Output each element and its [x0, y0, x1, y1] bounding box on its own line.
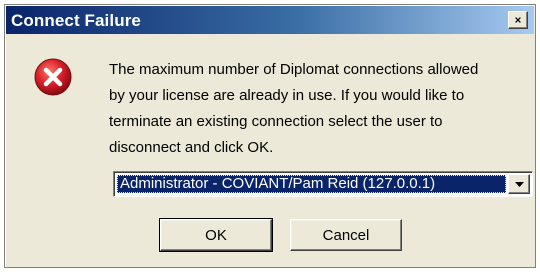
chevron-down-icon — [514, 181, 524, 187]
cancel-button[interactable]: Cancel — [290, 219, 402, 251]
title-bar[interactable]: Connect Failure — [6, 6, 534, 34]
close-button[interactable] — [508, 11, 528, 29]
close-icon — [515, 17, 521, 23]
error-message: The maximum number of Diplomat connectio… — [109, 61, 479, 156]
ok-button[interactable]: OK — [159, 218, 273, 252]
connection-select-value[interactable]: Administrator - COVIANT/Pam Reid (127.0.… — [117, 175, 506, 193]
dialog-title: Connect Failure — [11, 11, 141, 30]
connection-select[interactable]: Administrator - COVIANT/Pam Reid (127.0.… — [113, 171, 533, 197]
error-icon — [34, 58, 72, 96]
connect-failure-dialog: Connect Failure The maximum number of Di… — [4, 4, 536, 268]
dropdown-button[interactable] — [508, 174, 530, 194]
